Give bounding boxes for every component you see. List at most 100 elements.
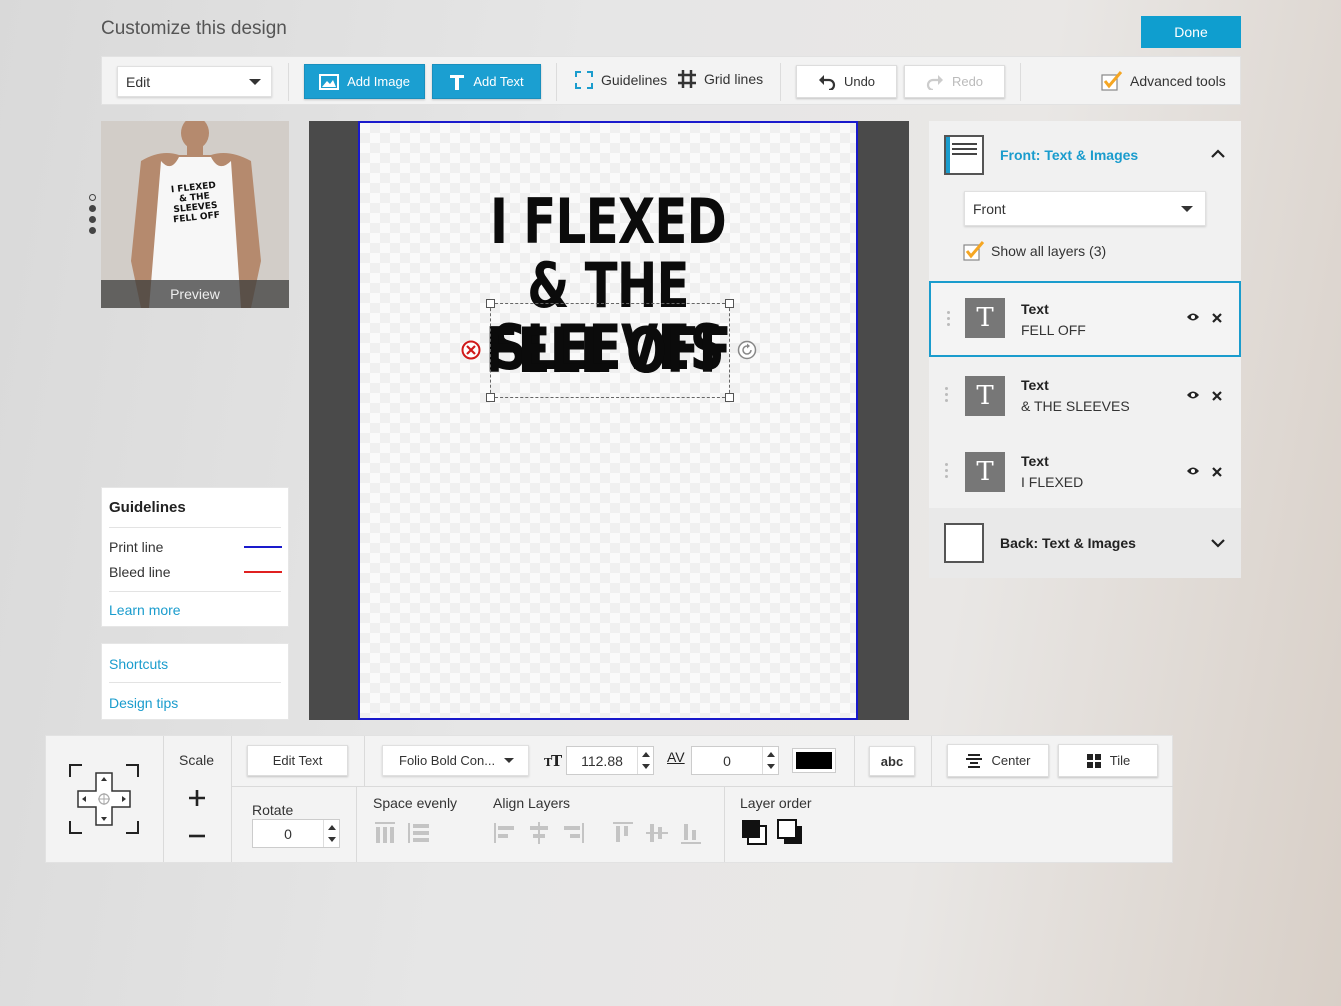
rotate-value: 0 — [284, 825, 292, 842]
front-section-title[interactable]: Front: Text & Images — [1000, 147, 1138, 163]
print-line-label: Print line — [109, 539, 164, 555]
align-left-icon[interactable] — [493, 821, 517, 845]
help-links-card: Shortcuts Design tips — [101, 643, 289, 720]
checkbox-checked-icon — [1101, 71, 1123, 91]
align-middle-icon[interactable] — [645, 821, 669, 845]
done-button[interactable]: Done — [1141, 16, 1241, 48]
design-text-line-1[interactable]: I FLEXED — [415, 191, 802, 253]
bring-forward-icon[interactable] — [740, 818, 768, 846]
preview-label: Preview — [101, 280, 289, 308]
drag-handle-icon[interactable] — [947, 311, 951, 329]
view-dot[interactable] — [89, 216, 96, 223]
visibility-eye-icon[interactable] — [1186, 466, 1200, 476]
add-image-button[interactable]: Add Image — [304, 64, 425, 99]
zoom-in-icon[interactable] — [187, 788, 207, 808]
space-evenly-label: Space evenly — [373, 795, 458, 811]
print-area[interactable]: I FLEXED & THE SLEEVES FELL OFF — [358, 121, 858, 720]
tile-icon — [1086, 753, 1101, 768]
svg-text:T: T — [551, 752, 562, 768]
selection-box[interactable] — [486, 299, 734, 402]
rotate-handle-icon[interactable] — [737, 340, 757, 360]
remove-layer-icon[interactable] — [1212, 313, 1222, 323]
space-horizontal-icon[interactable] — [373, 821, 397, 845]
layer-name: I FLEXED — [1021, 474, 1084, 490]
side-select[interactable]: Front — [964, 191, 1206, 226]
remove-layer-icon[interactable] — [1212, 391, 1222, 401]
drag-handle-icon[interactable] — [945, 463, 949, 481]
center-button[interactable]: Center — [947, 744, 1049, 777]
letter-spacing-value: 0 — [723, 752, 731, 769]
design-tips-link[interactable]: Design tips — [109, 695, 178, 711]
send-backward-icon[interactable] — [776, 818, 804, 846]
toolbar-divider — [1020, 63, 1021, 101]
tile-button[interactable]: Tile — [1058, 744, 1158, 777]
font-select[interactable]: Folio Bold Con... — [382, 745, 529, 776]
undo-label: Undo — [843, 74, 876, 89]
text-layer-icon: T — [965, 298, 1005, 338]
letter-spacing-input[interactable]: 0 — [691, 746, 779, 775]
space-vertical-icon[interactable] — [407, 821, 431, 845]
align-top-icon[interactable] — [611, 821, 635, 845]
letter-spacing-stepper[interactable] — [762, 747, 778, 774]
toolbar-divider — [780, 63, 781, 101]
design-canvas[interactable]: I FLEXED & THE SLEEVES FELL OFF — [309, 121, 909, 720]
font-size-stepper[interactable] — [637, 747, 653, 774]
shortcuts-link[interactable]: Shortcuts — [109, 656, 168, 672]
visibility-eye-icon[interactable] — [1186, 312, 1200, 322]
scale-label: Scale — [179, 752, 215, 768]
zoom-out-icon[interactable] — [187, 826, 207, 846]
page-title: Customize this design — [101, 18, 287, 39]
layer-order-label: Layer order — [740, 795, 812, 811]
text-layer-icon: T — [965, 452, 1005, 492]
guidelines-toggle[interactable]: Guidelines — [574, 70, 667, 90]
layer-row[interactable]: T Text I FLEXED — [929, 435, 1241, 511]
move-pad-icon[interactable] — [68, 763, 140, 835]
remove-layer-icon[interactable] — [1212, 467, 1222, 477]
resize-handle[interactable] — [725, 393, 734, 402]
resize-handle[interactable] — [725, 299, 734, 308]
font-size-input[interactable]: 112.88 — [566, 746, 654, 775]
view-dot[interactable] — [89, 227, 96, 234]
rotate-stepper[interactable] — [323, 820, 339, 847]
layer-name: & THE SLEEVES — [1021, 398, 1130, 414]
advanced-tools-label: Advanced tools — [1130, 73, 1226, 89]
back-section-header[interactable]: Back: Text & Images — [929, 508, 1241, 578]
delete-layer-icon[interactable] — [461, 340, 481, 360]
mode-select[interactable]: Edit — [117, 66, 272, 97]
undo-button[interactable]: Undo — [796, 65, 897, 98]
align-right-icon[interactable] — [561, 821, 585, 845]
text-icon — [450, 74, 465, 90]
front-thumbnail — [944, 135, 984, 175]
view-dot[interactable] — [89, 205, 96, 212]
edit-text-button[interactable]: Edit Text — [247, 745, 348, 776]
text-case-button[interactable]: abc — [869, 746, 915, 776]
bleed-line-label: Bleed line — [109, 564, 171, 580]
visibility-eye-icon[interactable] — [1186, 390, 1200, 400]
layer-row[interactable]: T Text FELL OFF — [929, 281, 1241, 357]
view-dot[interactable] — [89, 194, 96, 201]
redo-button[interactable]: Redo — [904, 65, 1005, 98]
side-select-value: Front — [973, 200, 1006, 217]
text-layer-icon: T — [965, 376, 1005, 416]
toolbar-divider — [556, 63, 557, 101]
align-bottom-icon[interactable] — [679, 821, 703, 845]
chevron-down-icon[interactable] — [1211, 538, 1225, 548]
product-preview[interactable]: I FLEXED & THE SLEEVES FELL OFF Preview — [101, 121, 289, 308]
show-all-layers-checkbox[interactable]: Show all layers (3) — [963, 241, 1106, 261]
top-toolbar: Edit Add Image Add Text Guidelines Grid … — [101, 56, 1241, 105]
learn-more-link[interactable]: Learn more — [109, 602, 181, 618]
chevron-up-icon[interactable] — [1211, 149, 1225, 159]
guidelines-card: Guidelines Print line Bleed line Learn m… — [101, 487, 289, 627]
resize-handle[interactable] — [486, 393, 495, 402]
add-text-button[interactable]: Add Text — [432, 64, 541, 99]
align-center-icon[interactable] — [527, 821, 551, 845]
text-color-swatch[interactable] — [792, 748, 836, 773]
gridlines-toggle[interactable]: Grid lines — [677, 69, 763, 89]
advanced-tools-checkbox[interactable]: Advanced tools — [1101, 71, 1226, 91]
chevron-down-icon — [1181, 205, 1193, 212]
drag-handle-icon[interactable] — [945, 387, 949, 405]
resize-handle[interactable] — [486, 299, 495, 308]
rotate-input[interactable]: 0 — [252, 819, 340, 848]
center-align-icon — [966, 753, 983, 768]
layer-row[interactable]: T Text & THE SLEEVES — [929, 359, 1241, 435]
